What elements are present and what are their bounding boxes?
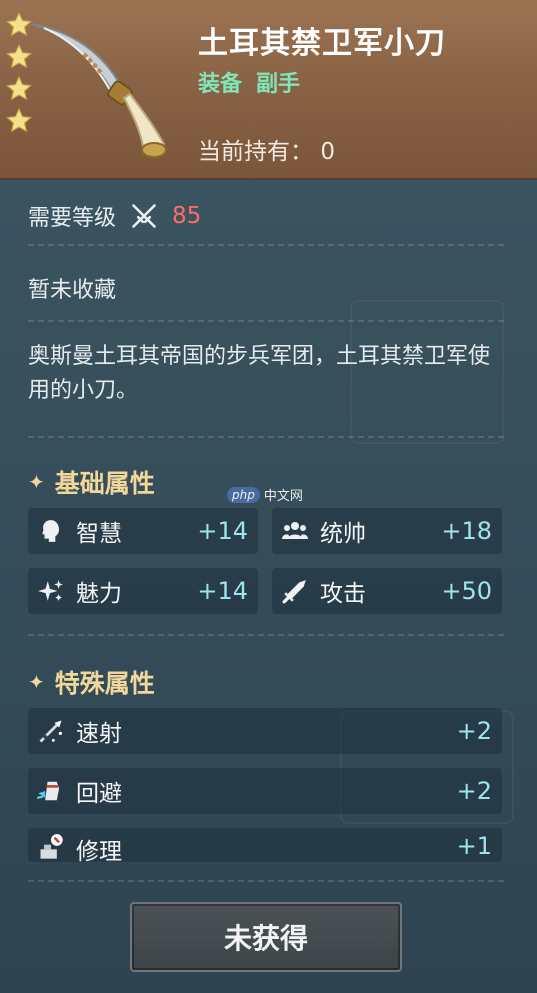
sparkle-icon: ✦ xyxy=(28,670,45,694)
item-details: 需要等级 85 暂未收藏 奥斯曼土耳其帝国的步兵军团，土耳其禁卫军使用的小刀。 … xyxy=(0,180,537,993)
item-type: 装备 副手 xyxy=(198,66,300,98)
attribute-name: 统帅 xyxy=(320,521,366,547)
owned-label: 当前持有： xyxy=(198,139,313,165)
item-header: 土耳其禁卫军小刀 装备 副手 当前持有： 0 xyxy=(0,0,537,180)
attribute-name: 魅力 xyxy=(76,581,122,607)
divider xyxy=(28,320,504,322)
rapid-fire-icon xyxy=(36,716,66,746)
sparkle-icon: ✦ xyxy=(28,470,45,494)
level-value: 85 xyxy=(172,203,202,229)
item-category: 装备 xyxy=(198,72,243,97)
dagger-icon xyxy=(31,23,167,158)
attribute-value: +2 xyxy=(456,777,492,805)
special-attributes-title: ✦ 特殊属性 xyxy=(28,664,155,700)
special-attribute-evade: 回避 +2 xyxy=(28,768,502,814)
divider xyxy=(28,880,504,882)
evade-icon xyxy=(36,776,66,806)
attribute-name: 速射 xyxy=(76,721,122,747)
divider xyxy=(28,436,504,438)
item-title: 土耳其禁卫军小刀 xyxy=(198,26,446,61)
crossed-swords-icon xyxy=(132,204,156,228)
level-label: 需要等级 xyxy=(28,206,117,231)
attribute-name: 智慧 xyxy=(76,521,122,547)
attribute-name: 攻击 xyxy=(320,581,366,607)
owned-value: 0 xyxy=(320,139,335,165)
section-label: 基础属性 xyxy=(54,469,155,498)
repair-icon xyxy=(36,832,66,862)
watermark-logo: php xyxy=(227,486,260,503)
attribute-attack: 攻击 +50 xyxy=(272,568,502,614)
attribute-value: +2 xyxy=(456,717,492,745)
watermark-text: 中文网 xyxy=(263,489,303,504)
attribute-value: +50 xyxy=(441,577,492,605)
owned-count: 当前持有： 0 xyxy=(198,132,335,166)
item-description: 奥斯曼土耳其帝国的步兵军团，土耳其禁卫军使用的小刀。 xyxy=(28,344,491,403)
attribute-command: 统帅 +18 xyxy=(272,508,502,554)
sparkle-icon xyxy=(36,576,66,606)
collection-status: 暂未收藏 xyxy=(28,278,117,303)
divider xyxy=(28,634,504,636)
section-label: 特殊属性 xyxy=(54,669,155,698)
attribute-wisdom: 智慧 +14 xyxy=(28,508,258,554)
head-icon xyxy=(36,516,66,546)
level-requirement: 需要等级 85 xyxy=(28,200,201,232)
sword-icon xyxy=(280,576,310,606)
attribute-name: 修理 xyxy=(76,839,122,862)
group-icon xyxy=(280,516,310,546)
basic-attributes-title: ✦ 基础属性 xyxy=(28,464,155,500)
special-attribute-repair: 修理 +1 xyxy=(28,828,502,862)
item-slot: 副手 xyxy=(256,72,301,97)
not-obtained-button[interactable]: 未获得 xyxy=(130,902,402,972)
watermark: php 中文网 xyxy=(227,485,303,504)
attribute-value: +18 xyxy=(441,517,492,545)
attribute-value: +14 xyxy=(197,517,248,545)
divider xyxy=(28,244,504,246)
special-attribute-rapid-fire: 速射 +2 xyxy=(28,708,502,754)
attribute-value: +14 xyxy=(197,577,248,605)
attribute-value: +1 xyxy=(456,832,492,860)
attribute-charisma: 魅力 +14 xyxy=(28,568,258,614)
attribute-name: 回避 xyxy=(76,781,122,807)
